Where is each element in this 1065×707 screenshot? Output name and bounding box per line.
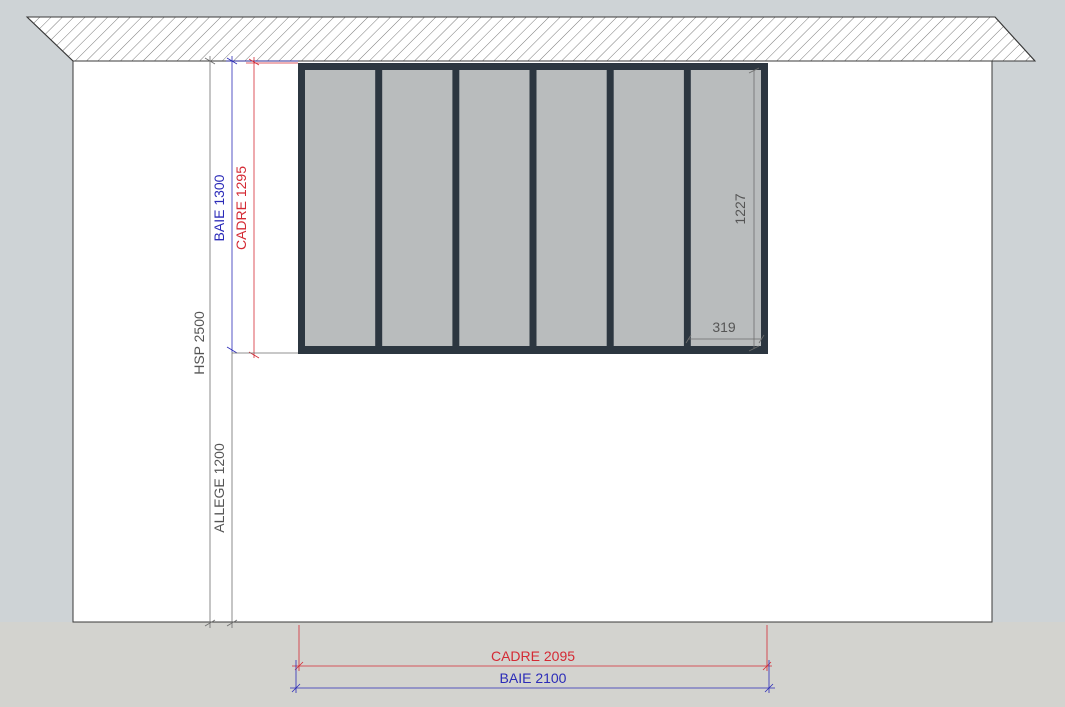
glass-pane bbox=[382, 70, 453, 346]
elevation-drawing: 1227 319 HSP 2500 BAIE 1300 CADRE 1295 A… bbox=[0, 0, 1065, 707]
glass-pane bbox=[305, 70, 376, 346]
pane-height-label: 1227 bbox=[732, 193, 748, 224]
glass-pane bbox=[690, 70, 761, 346]
pane-width-label: 319 bbox=[712, 319, 736, 335]
baie-width-label: BAIE 2100 bbox=[500, 670, 567, 686]
glass-pane bbox=[459, 70, 530, 346]
allege-label: ALLEGE 1200 bbox=[211, 443, 227, 533]
hsp-label: HSP 2500 bbox=[191, 311, 207, 375]
glass-pane bbox=[613, 70, 684, 346]
ceiling-slab bbox=[25, 16, 1037, 62]
ground bbox=[0, 622, 1065, 707]
cadre-height-label: CADRE 1295 bbox=[233, 166, 249, 250]
window bbox=[298, 63, 768, 354]
glass-pane bbox=[536, 70, 607, 346]
cadre-width-label: CADRE 2095 bbox=[491, 648, 575, 664]
baie-height-label: BAIE 1300 bbox=[211, 174, 227, 241]
